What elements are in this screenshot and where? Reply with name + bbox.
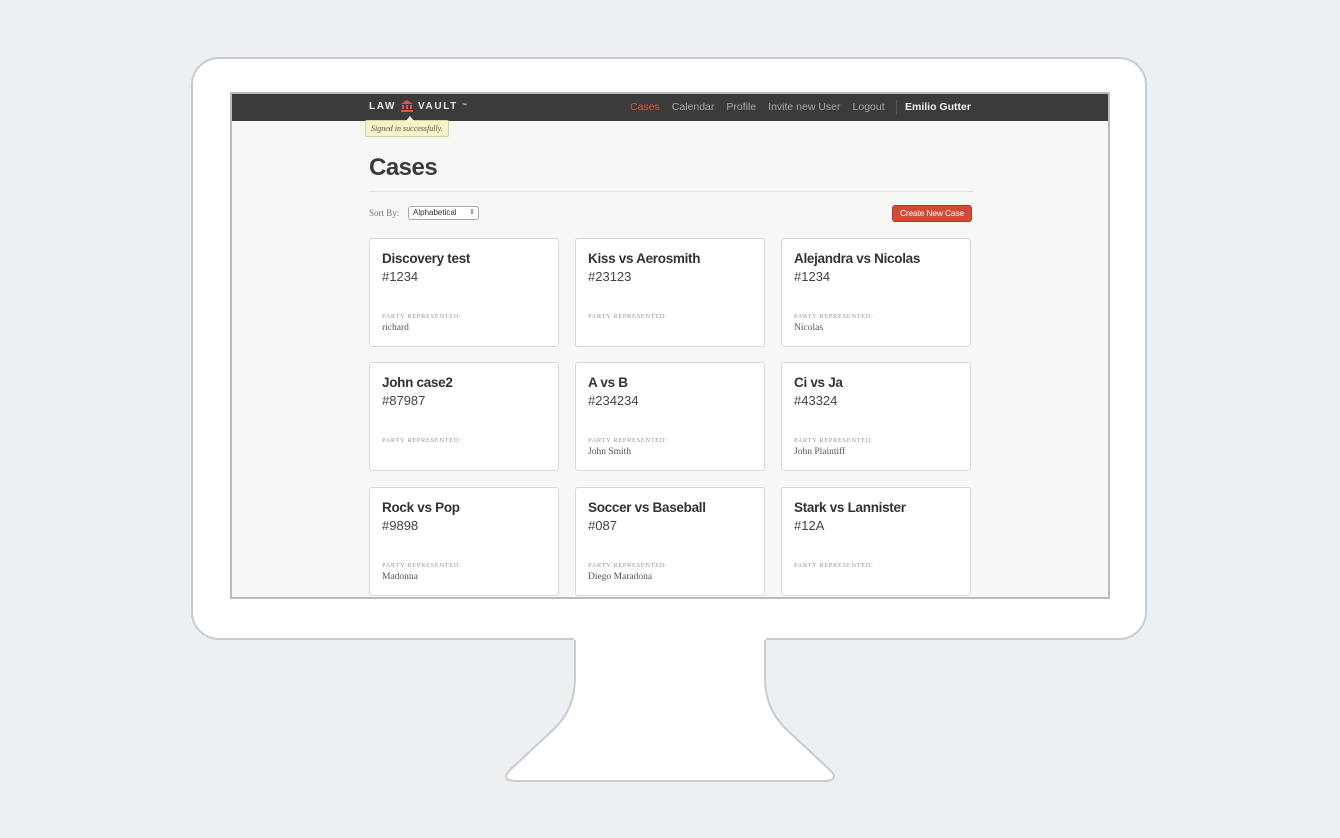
party-represented-value: John Smith — [588, 447, 632, 457]
case-title: Soccer vs Baseball — [588, 500, 706, 515]
case-card[interactable]: A vs B #234234 PARTY REPRESENTED: John S… — [575, 362, 765, 471]
case-title: Alejandra vs Nicolas — [794, 251, 921, 266]
party-represented-value: richard — [382, 323, 409, 333]
logo-text-right: VAULT — [418, 100, 458, 112]
app-screen: LAW VAULT ™ Cases Calendar Profile Invite… — [230, 92, 1110, 599]
case-card[interactable]: Alejandra vs Nicolas #1234 PARTY REPRESE… — [781, 238, 971, 347]
nav-calendar[interactable]: Calendar — [672, 101, 715, 113]
vault-icon — [401, 100, 414, 112]
case-number: #9898 — [382, 518, 419, 533]
party-represented-label: PARTY REPRESENTED: — [794, 562, 874, 569]
top-navbar: LAW VAULT ™ Cases Calendar Profile Invite… — [232, 94, 1108, 121]
party-represented-label: PARTY REPRESENTED: — [382, 437, 462, 444]
logo-trademark: ™ — [461, 103, 467, 109]
select-arrows-icon: ⇕ — [469, 209, 475, 216]
main-nav: Cases Calendar Profile Invite new User L… — [630, 101, 897, 113]
party-represented-label: PARTY REPRESENTED: — [588, 562, 668, 569]
case-number: #43324 — [794, 393, 838, 408]
logo-text-left: LAW — [369, 100, 397, 112]
party-represented-label: PARTY REPRESENTED: — [382, 313, 462, 320]
case-card[interactable]: Kiss vs Aerosmith #23123 PARTY REPRESENT… — [575, 238, 765, 347]
case-card[interactable]: Rock vs Pop #9898 PARTY REPRESENTED: Mad… — [369, 487, 559, 596]
party-represented-value: Nicolas — [794, 323, 824, 333]
nav-invite-user[interactable]: Invite new User — [768, 101, 840, 113]
party-represented-value: Madonna — [382, 572, 418, 582]
case-number: #1234 — [794, 269, 831, 284]
case-card[interactable]: John case2 #87987 PARTY REPRESENTED: — [369, 362, 559, 471]
logo[interactable]: LAW VAULT ™ — [369, 100, 467, 112]
case-card[interactable]: Discovery test #1234 PARTY REPRESENTED: … — [369, 238, 559, 347]
case-number: #1234 — [382, 269, 419, 284]
case-title: Discovery test — [382, 251, 471, 266]
case-number: #12A — [794, 518, 825, 533]
nav-cases[interactable]: Cases — [630, 101, 660, 113]
nav-logout[interactable]: Logout — [853, 101, 885, 113]
nav-profile[interactable]: Profile — [726, 101, 756, 113]
nav-divider — [896, 100, 897, 115]
case-card[interactable]: Stark vs Lannister #12A PARTY REPRESENTE… — [781, 487, 971, 596]
flash-notice: Signed in successfully. — [365, 116, 449, 137]
party-represented-label: PARTY REPRESENTED: — [794, 437, 874, 444]
party-represented-label: PARTY REPRESENTED: — [794, 313, 874, 320]
case-number: #23123 — [588, 269, 632, 284]
title-divider — [369, 191, 973, 192]
case-number: #234234 — [588, 393, 639, 408]
case-title: Kiss vs Aerosmith — [588, 251, 701, 266]
party-represented-value: Diego Maradona — [588, 572, 653, 582]
create-new-case-button[interactable]: Create New Case — [892, 205, 972, 222]
sort-select[interactable]: Alphabetical ⇕ — [408, 206, 479, 220]
case-card[interactable]: Soccer vs Baseball #087 PARTY REPRESENTE… — [575, 487, 765, 596]
case-title: Stark vs Lannister — [794, 500, 906, 515]
party-represented-label: PARTY REPRESENTED: — [588, 437, 668, 444]
case-title: Rock vs Pop — [382, 500, 460, 515]
party-represented-label: PARTY REPRESENTED: — [588, 313, 668, 320]
monitor-stand — [505, 638, 835, 782]
case-title: Ci vs Ja — [794, 375, 843, 390]
page-title: Cases — [369, 154, 438, 181]
sort-label: Sort By: — [369, 208, 400, 218]
case-title: A vs B — [588, 375, 628, 390]
case-number: #087 — [588, 518, 617, 533]
case-title: John case2 — [382, 375, 453, 390]
case-card[interactable]: Ci vs Ja #43324 PARTY REPRESENTED: John … — [781, 362, 971, 471]
case-number: #87987 — [382, 393, 426, 408]
sort-select-value: Alphabetical — [413, 208, 457, 217]
party-represented-value: John Plaintiff — [794, 447, 846, 457]
party-represented-label: PARTY REPRESENTED: — [382, 562, 462, 569]
current-user-name[interactable]: Emilio Gutter — [905, 101, 971, 113]
